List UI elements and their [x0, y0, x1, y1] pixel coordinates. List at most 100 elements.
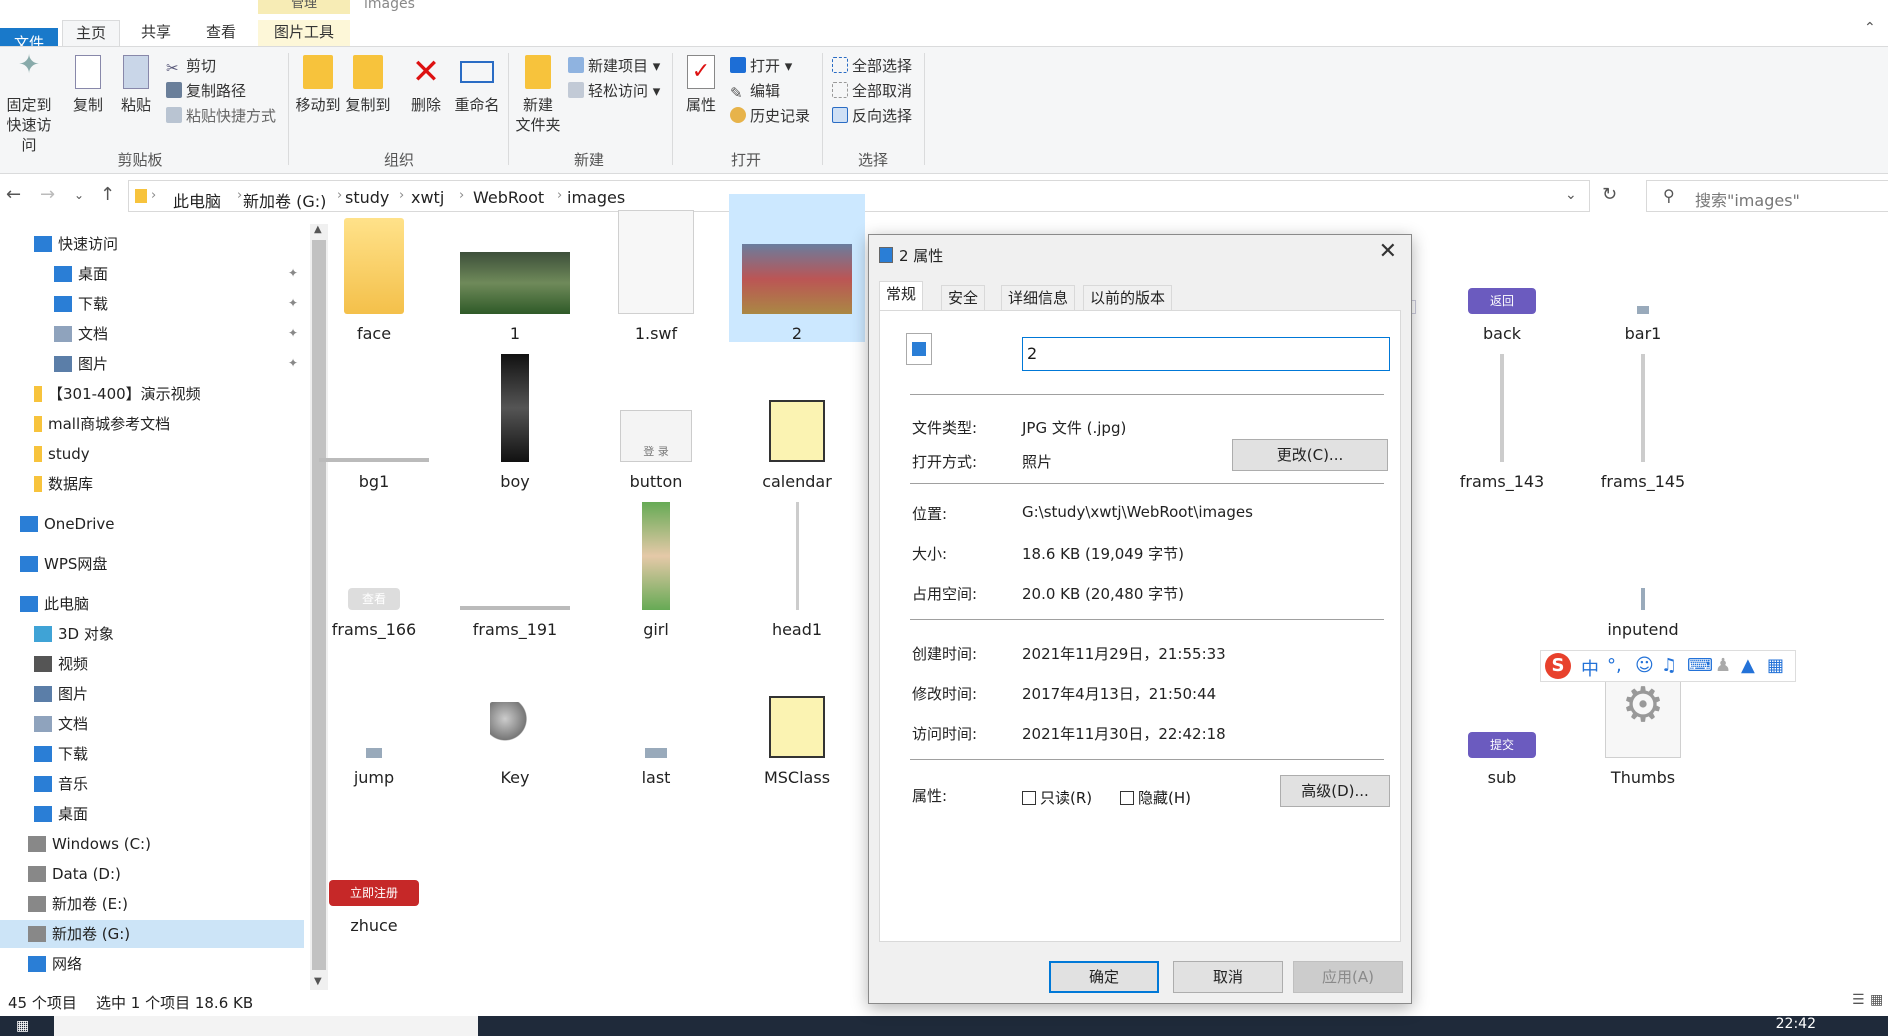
- sidebar-item-19[interactable]: Windows (C:): [28, 830, 151, 858]
- emoji-icon[interactable]: ☺: [1635, 655, 1654, 676]
- open-button[interactable]: 打开 ▾: [730, 55, 792, 77]
- ime-mode[interactable]: 中: [1581, 655, 1599, 681]
- sidebar-item-21[interactable]: 新加卷 (E:): [28, 890, 128, 918]
- tab-general[interactable]: 常规: [879, 281, 924, 311]
- up-icon[interactable]: ↑: [100, 184, 115, 205]
- readonly-checkbox[interactable]: 只读(R): [1022, 787, 1092, 808]
- forward-icon[interactable]: →: [40, 184, 55, 205]
- cancel-button[interactable]: 取消: [1173, 961, 1283, 993]
- select-none-button[interactable]: 全部取消: [832, 80, 912, 102]
- delete-button[interactable]: ✕ 删除: [404, 55, 448, 115]
- copy-button[interactable]: 复制: [66, 55, 110, 115]
- file-item[interactable]: MSClass: [729, 638, 865, 787]
- file-item[interactable]: 查看 frams_166: [306, 490, 442, 639]
- file-item[interactable]: last: [588, 638, 724, 787]
- sidebar-item-6[interactable]: mall商城参考文档: [34, 410, 170, 438]
- sidebar-item-3[interactable]: 文档: [54, 320, 108, 348]
- crumb-this-pc[interactable]: 此电脑: [173, 188, 221, 212]
- ok-button[interactable]: 确定: [1049, 961, 1159, 993]
- close-icon[interactable]: ✕: [1379, 239, 1397, 264]
- file-item[interactable]: inputend: [1575, 490, 1711, 639]
- move-to-button[interactable]: 移动到: [294, 55, 342, 115]
- file-item[interactable]: 1: [447, 194, 583, 343]
- file-item[interactable]: frams_145: [1575, 342, 1711, 491]
- copy-to-button[interactable]: 复制到: [344, 55, 392, 115]
- skin-icon[interactable]: ▲: [1741, 655, 1755, 676]
- sidebar-item-17[interactable]: 音乐: [34, 770, 88, 798]
- history-button[interactable]: 历史记录: [730, 105, 810, 127]
- tab-details[interactable]: 详细信息: [1001, 285, 1076, 311]
- sidebar-item-22[interactable]: 新加卷 (G:): [0, 920, 304, 948]
- file-item[interactable]: boy: [447, 342, 583, 491]
- sidebar-item-2[interactable]: 下载: [54, 290, 108, 318]
- details-view-icon[interactable]: ☰: [1852, 992, 1865, 1008]
- easy-access-button[interactable]: 轻松访问 ▾: [568, 80, 660, 102]
- new-folder-button[interactable]: 新建 文件夹: [514, 55, 562, 135]
- tab-home[interactable]: 主页: [62, 20, 120, 46]
- edit-button[interactable]: ✎ 编辑: [730, 80, 780, 102]
- cut-button[interactable]: ✂ 剪切: [166, 55, 216, 77]
- sidebar-item-20[interactable]: Data (D:): [28, 860, 121, 888]
- sidebar-item-8[interactable]: 数据库: [34, 470, 93, 498]
- invert-selection-button[interactable]: 反向选择: [832, 105, 912, 127]
- tab-view[interactable]: 查看: [192, 20, 250, 46]
- user-icon[interactable]: ♟: [1715, 655, 1731, 676]
- taskbar-search-box[interactable]: [54, 1016, 478, 1036]
- file-item[interactable]: frams_191: [447, 490, 583, 639]
- pin-icon[interactable]: ✦: [288, 296, 298, 310]
- tab-share[interactable]: 共享: [130, 20, 182, 46]
- scroll-down-icon[interactable]: ▼: [314, 976, 322, 987]
- ime-toolbar[interactable]: S 中 °, ☺ ♫ ⌨ ♟ ▲ ▦: [1540, 650, 1796, 682]
- sidebar-item-14[interactable]: 图片: [34, 680, 88, 708]
- file-name-input[interactable]: 2: [1022, 337, 1390, 371]
- file-item[interactable]: 2: [729, 194, 865, 343]
- file-item[interactable]: 1.swf: [588, 194, 724, 343]
- sidebar-item-7[interactable]: study: [34, 440, 90, 468]
- sidebar-item-10[interactable]: WPS网盘: [20, 550, 107, 578]
- file-item[interactable]: face: [306, 194, 442, 343]
- file-item[interactable]: jump: [306, 638, 442, 787]
- sidebar-item-4[interactable]: 图片: [54, 350, 108, 378]
- file-item[interactable]: 登 录 button: [588, 342, 724, 491]
- sidebar-item-0[interactable]: 快速访问: [34, 230, 118, 258]
- start-icon[interactable]: ▦: [16, 1018, 29, 1034]
- file-item[interactable]: head1: [729, 490, 865, 639]
- sidebar-item-16[interactable]: 下载: [34, 740, 88, 768]
- sidebar-item-18[interactable]: 桌面: [34, 800, 88, 828]
- advanced-button[interactable]: 高级(D)...: [1280, 775, 1390, 807]
- paste-shortcut-button[interactable]: 粘贴快捷方式: [166, 105, 276, 127]
- sidebar-item-12[interactable]: 3D 对象: [34, 620, 114, 648]
- pin-quick-access-button[interactable]: ✦ 固定到 快速访问: [0, 52, 58, 155]
- grid-icon[interactable]: ▦: [1767, 655, 1784, 676]
- rename-button[interactable]: 重命名: [452, 55, 502, 115]
- sidebar-item-5[interactable]: 【301-400】演示视频: [34, 380, 201, 408]
- file-item[interactable]: 立即注册 zhuce: [306, 786, 442, 935]
- tab-security[interactable]: 安全: [941, 285, 986, 311]
- file-item[interactable]: calendar: [729, 342, 865, 491]
- hidden-checkbox[interactable]: 隐藏(H): [1120, 787, 1191, 808]
- new-item-button[interactable]: 新建项目 ▾: [568, 55, 660, 77]
- select-all-button[interactable]: 全部选择: [832, 55, 912, 77]
- tab-previous-versions[interactable]: 以前的版本: [1083, 285, 1173, 311]
- copy-path-button[interactable]: 复制路径: [166, 80, 246, 102]
- paste-button[interactable]: 粘贴: [114, 55, 158, 115]
- tab-picture-tools[interactable]: 图片工具: [258, 20, 350, 46]
- sidebar-item-9[interactable]: OneDrive: [20, 510, 115, 538]
- sidebar-item-11[interactable]: 此电脑: [20, 590, 89, 618]
- file-item[interactable]: bar1: [1575, 194, 1711, 343]
- file-item[interactable]: 返回 back: [1434, 194, 1570, 343]
- properties-button[interactable]: ✓ 属性: [678, 55, 724, 115]
- file-item[interactable]: frams_143: [1434, 342, 1570, 491]
- pin-icon[interactable]: ✦: [288, 326, 298, 340]
- file-item[interactable]: girl: [588, 490, 724, 639]
- large-icons-view-icon[interactable]: ▦: [1870, 992, 1883, 1008]
- sidebar-item-1[interactable]: 桌面: [54, 260, 108, 288]
- change-button[interactable]: 更改(C)...: [1232, 439, 1388, 471]
- sidebar-item-23[interactable]: 网络: [28, 950, 82, 978]
- collapse-ribbon-icon[interactable]: ⌃: [1864, 20, 1876, 36]
- sidebar-item-13[interactable]: 视频: [34, 650, 88, 678]
- ime-punct[interactable]: °,: [1607, 655, 1622, 676]
- recent-locations-icon[interactable]: ⌄: [74, 188, 84, 202]
- pin-icon[interactable]: ✦: [288, 266, 298, 280]
- back-icon[interactable]: ←: [6, 184, 21, 205]
